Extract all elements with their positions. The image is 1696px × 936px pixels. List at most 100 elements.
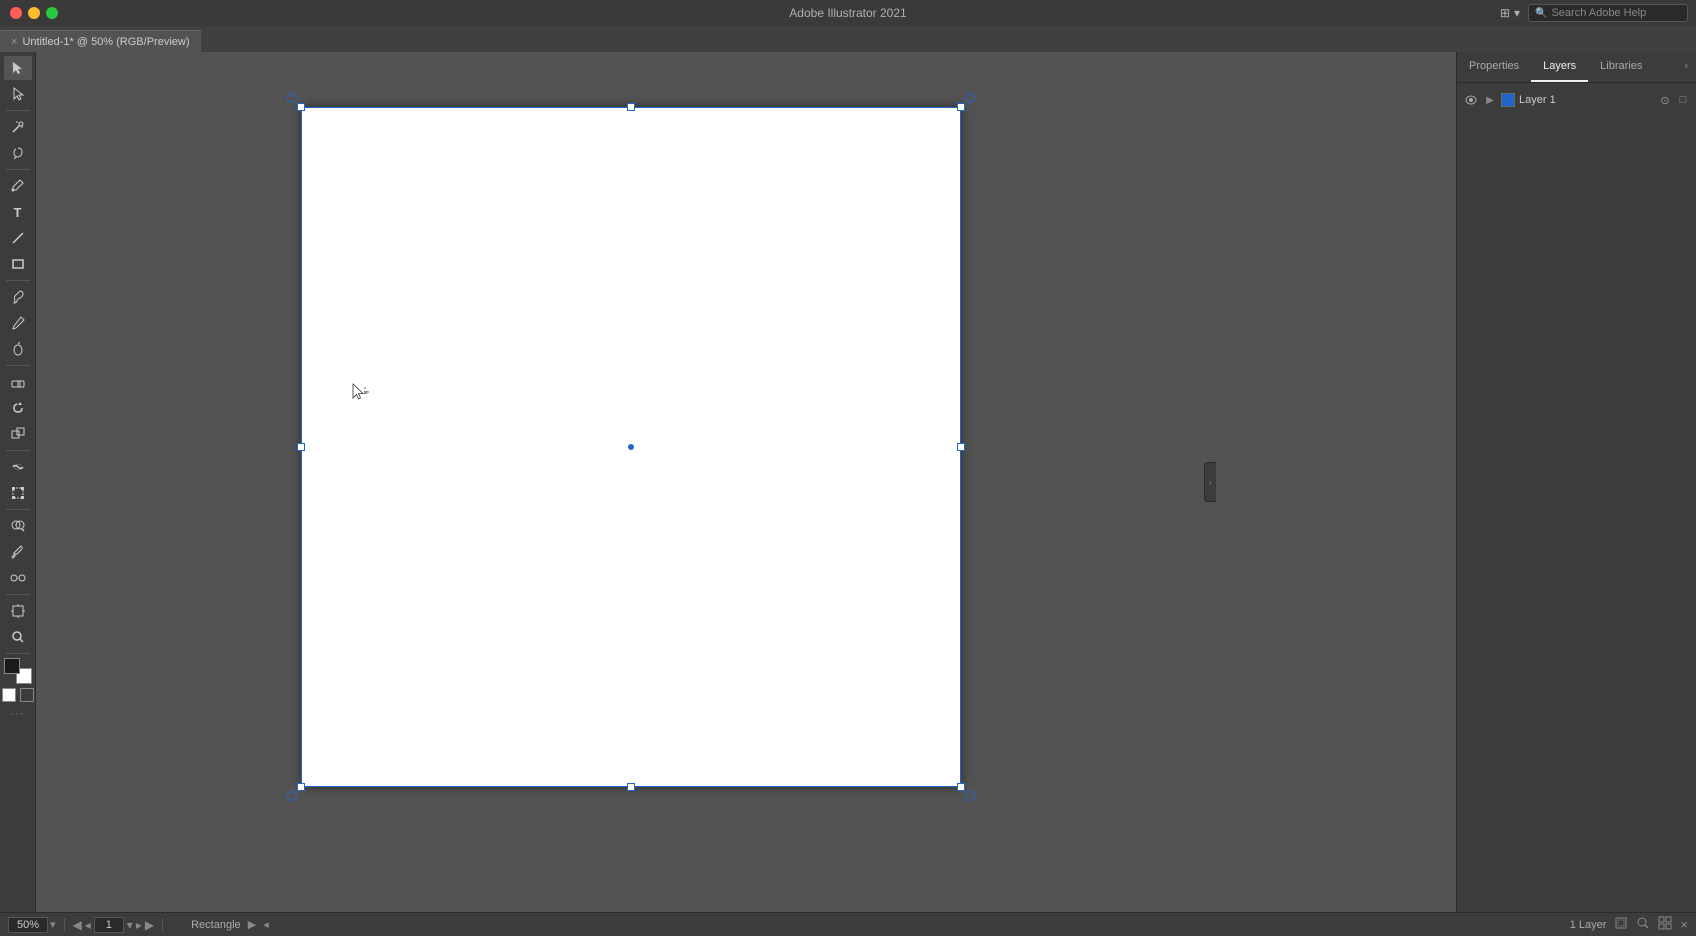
tool-warp[interactable]: [4, 455, 32, 479]
artboard-dropdown-icon[interactable]: ▾: [127, 918, 133, 932]
rotation-handle-bl[interactable]: [287, 791, 297, 801]
nav-next-button[interactable]: ▸: [136, 918, 142, 932]
tool-line[interactable]: [4, 226, 32, 250]
color-swatches[interactable]: [4, 658, 32, 684]
handle-bottom-left[interactable]: [297, 783, 305, 791]
tab-bar: × Untitled-1* @ 50% (RGB/Preview): [0, 26, 1696, 52]
window-controls: [0, 7, 58, 19]
tool-paintbrush[interactable]: [4, 285, 32, 309]
handle-bottom-center[interactable]: [627, 783, 635, 791]
toolbar-separator-4: [6, 365, 30, 366]
zoom-dropdown-icon[interactable]: ▾: [50, 918, 56, 931]
handle-middle-left[interactable]: [297, 443, 305, 451]
status-arrow-icon[interactable]: ▶: [248, 919, 256, 931]
left-toolbar: T: [0, 52, 36, 912]
center-point: [628, 444, 634, 450]
fit-page-button[interactable]: [1614, 916, 1628, 933]
fill-stroke-controls: [2, 688, 34, 702]
zoom-input[interactable]: [8, 917, 48, 933]
layer-name: Layer 1: [1519, 94, 1654, 106]
layers-count: 1 Layer: [1570, 919, 1607, 931]
handle-bottom-right[interactable]: [957, 783, 965, 791]
maximize-button[interactable]: [46, 7, 58, 19]
tool-magic-wand[interactable]: [4, 115, 32, 139]
status-bar: ▾ ◀ ◂ ▾ ▸ ▶ Rectangle ▶ ◂ 1 Layer: [0, 912, 1696, 936]
artboard-number-input[interactable]: [94, 917, 124, 933]
tool-eraser[interactable]: [4, 370, 32, 394]
workspace-icon: ⊞: [1500, 6, 1510, 20]
tool-blob-brush[interactable]: [4, 337, 32, 361]
layer-color-swatch: [1501, 93, 1515, 107]
status-info: Rectangle ▶ ◂: [191, 918, 269, 931]
main-layout: T: [0, 52, 1696, 912]
tool-rotate[interactable]: [4, 396, 32, 420]
nav-controls: ◀ ◂ ▾ ▸ ▶: [73, 917, 155, 933]
handle-middle-right[interactable]: [957, 443, 965, 451]
more-tools[interactable]: ···: [11, 708, 25, 720]
tab-close[interactable]: ×: [11, 36, 17, 48]
toolbar-separator-color: [6, 653, 30, 654]
close-all-button[interactable]: ×: [1680, 917, 1688, 932]
tab-libraries[interactable]: Libraries: [1588, 52, 1654, 82]
toolbar-separator-6: [6, 509, 30, 510]
title-bar: ⊞ ▾ 🔍 Search Adobe Help Adobe Illustrato…: [0, 0, 1696, 26]
tool-type[interactable]: T: [4, 200, 32, 224]
tool-lasso[interactable]: [4, 141, 32, 165]
stroke-indicator[interactable]: [20, 688, 34, 702]
handle-top-right[interactable]: [957, 103, 965, 111]
document-tab[interactable]: × Untitled-1* @ 50% (RGB/Preview): [0, 30, 201, 52]
close-button[interactable]: [10, 7, 22, 19]
tool-scale[interactable]: [4, 422, 32, 446]
tool-free-transform[interactable]: [4, 481, 32, 505]
zoom-fit-button[interactable]: [1636, 916, 1650, 933]
rotation-handle-tl[interactable]: [287, 93, 297, 103]
layers-panel: ▶ Layer 1 ⊙ □: [1457, 83, 1696, 912]
handle-top-left[interactable]: [297, 103, 305, 111]
layer-options[interactable]: ⊙: [1658, 93, 1672, 107]
canvas-area[interactable]: ›: [36, 52, 1456, 912]
tool-direct-selection[interactable]: [4, 82, 32, 106]
rotation-handle-tr[interactable]: [965, 93, 975, 103]
panel-collapse-arrow[interactable]: ›: [1204, 462, 1216, 502]
zoom-control[interactable]: ▾: [8, 917, 56, 933]
toolbar-separator-3: [6, 280, 30, 281]
search-help-placeholder: Search Adobe Help: [1551, 7, 1646, 19]
workspace-switcher[interactable]: ⊞ ▾: [1500, 6, 1520, 20]
tool-shape-builder[interactable]: [4, 514, 32, 538]
artboard: [301, 107, 961, 787]
tab-properties[interactable]: Properties: [1457, 52, 1531, 82]
toolbar-separator-5: [6, 450, 30, 451]
tool-artboard[interactable]: [4, 599, 32, 623]
title-bar-right: ⊞ ▾ 🔍 Search Adobe Help: [1500, 4, 1696, 22]
layer-expand-toggle[interactable]: ▶: [1483, 93, 1497, 107]
panel-tabs: Properties Layers Libraries ›: [1457, 52, 1696, 83]
layer-lock[interactable]: □: [1676, 93, 1690, 107]
tool-selection[interactable]: [4, 56, 32, 80]
status-separator-2: [162, 918, 163, 932]
status-text: Rectangle: [191, 919, 241, 931]
tool-pencil[interactable]: [4, 311, 32, 335]
search-help-input[interactable]: 🔍 Search Adobe Help: [1528, 4, 1688, 22]
rotation-handle-br[interactable]: [965, 791, 975, 801]
arrange-documents-button[interactable]: [1658, 916, 1672, 933]
tool-blend[interactable]: [4, 566, 32, 590]
tab-layers[interactable]: Layers: [1531, 52, 1588, 82]
tab-title: Untitled-1* @ 50% (RGB/Preview): [22, 36, 189, 48]
status-extra-icon[interactable]: ◂: [263, 919, 269, 931]
layer-visibility-toggle[interactable]: [1463, 92, 1479, 108]
tool-zoom[interactable]: [4, 625, 32, 649]
nav-prev-button[interactable]: ◂: [85, 918, 91, 932]
layer-row[interactable]: ▶ Layer 1 ⊙ □: [1457, 87, 1696, 113]
handle-top-center[interactable]: [627, 103, 635, 111]
search-icon: 🔍: [1535, 8, 1547, 19]
tool-eyedropper[interactable]: [4, 540, 32, 564]
toolbar-separator-1: [6, 110, 30, 111]
fill-indicator[interactable]: [2, 688, 16, 702]
tool-pen[interactable]: [4, 174, 32, 198]
tool-rectangle[interactable]: [4, 252, 32, 276]
panel-collapse-button[interactable]: ›: [1676, 52, 1696, 82]
minimize-button[interactable]: [28, 7, 40, 19]
toolbar-separator-7: [6, 594, 30, 595]
nav-first-button[interactable]: ◀: [73, 918, 82, 932]
nav-last-button[interactable]: ▶: [145, 918, 154, 932]
